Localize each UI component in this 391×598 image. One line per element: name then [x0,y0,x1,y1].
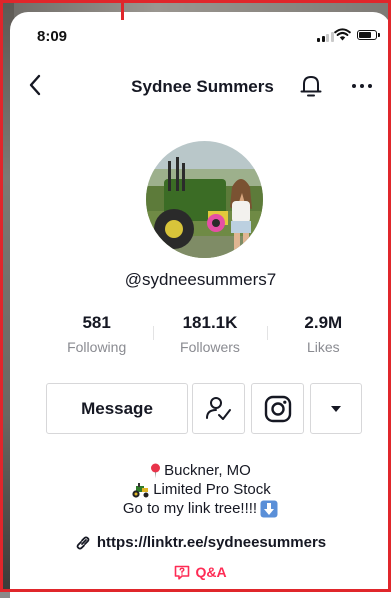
phone-screen: 8:09 Sydnee Summers @sydneesummers7 581 … [10,12,391,598]
profile-link[interactable]: https://linktr.ee/sydneesummers [10,534,391,551]
more-dots-icon[interactable] [352,84,372,88]
signal-icon [317,32,334,42]
frame-accent [121,0,124,20]
battery-fill [359,32,371,38]
battery-icon [357,30,380,40]
pin-icon [151,463,161,478]
caret-down-icon [331,405,341,412]
stat-label: Following [67,339,127,355]
stat-value: 181.1K [182,313,238,332]
link-icon [76,535,90,550]
username: @sydneesummers7 [124,270,277,289]
status-bar: 8:09 [10,12,391,52]
qa-label: Q&A [195,564,227,580]
question-box-icon [175,565,190,580]
person-check-icon [205,396,231,420]
bio-cta: Go to my link tree!!!! [10,499,391,518]
wifi-icon [334,28,351,41]
down-arrow-icon [260,500,278,517]
stat-followers[interactable]: 181.1K Followers [153,310,266,366]
stats-row: 581 Following 181.1K Followers 2.9M Like… [40,310,380,366]
instagram-icon [264,395,291,422]
message-button[interactable]: Message [46,383,188,434]
top-nav: Sydnee Summers [10,68,391,104]
stat-label: Followers [180,339,240,355]
bio: Buckner, MO Limited Pro Stock Go to my l… [10,461,391,518]
dropdown-button[interactable] [310,383,362,434]
stat-value: 2.9M [304,313,343,332]
stat-value: 581 [82,313,111,332]
page-title: Sydnee Summers [131,77,274,96]
stat-divider [267,326,268,340]
bio-location: Buckner, MO [10,461,391,480]
tractor-icon [132,482,149,498]
instagram-button[interactable] [251,383,304,434]
bio-line-2: Limited Pro Stock [153,481,271,498]
stat-label: Likes [306,339,340,355]
bio-line-1: Buckner, MO [164,462,251,479]
status-time: 8:09 [37,28,68,45]
bio-vehicle: Limited Pro Stock [10,480,391,499]
avatar-photo [146,141,263,258]
bell-icon[interactable] [300,74,322,98]
profile-actions: Message [46,383,380,434]
stat-divider [153,326,154,340]
stat-likes[interactable]: 2.9M Likes [267,310,380,366]
stat-following[interactable]: 581 Following [40,310,153,366]
profile-link-text: https://linktr.ee/sydneesummers [96,534,327,551]
qa-link[interactable]: Q&A [10,564,391,580]
bio-line-3: Go to my link tree!!!! [122,500,258,517]
avatar[interactable] [146,141,263,258]
friend-button[interactable] [192,383,245,434]
